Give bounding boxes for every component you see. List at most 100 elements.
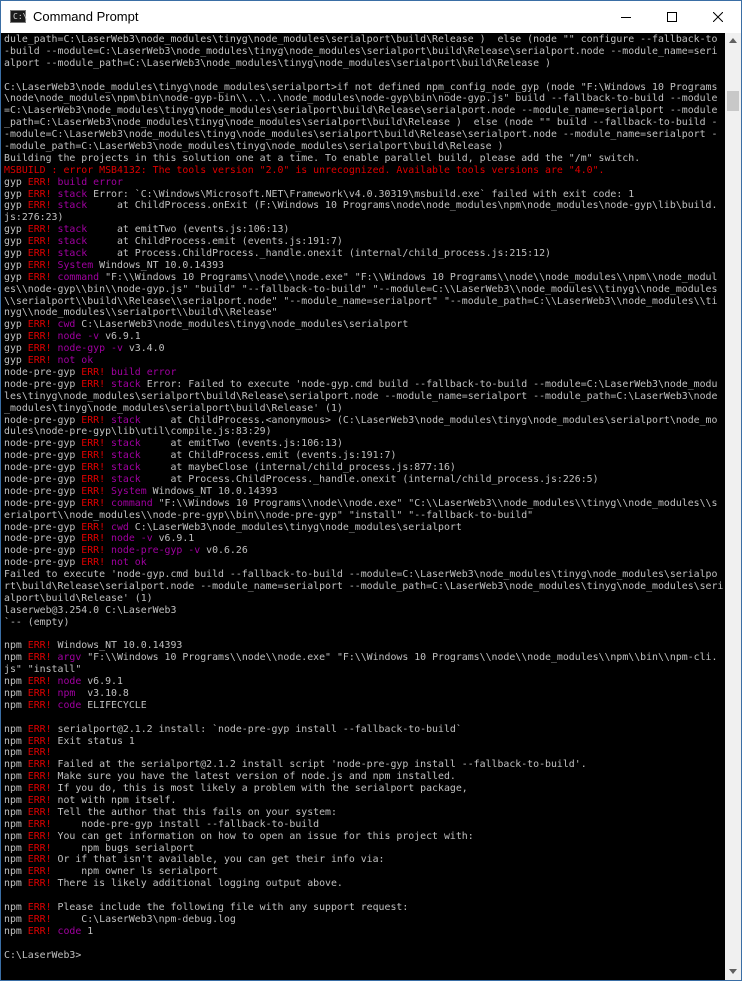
console-text: ERR! bbox=[27, 759, 52, 771]
console-text: MSBUILD : error MSB4132: The tools versi… bbox=[4, 164, 605, 176]
console-output[interactable]: dule_path=C:\LaserWeb3\node_modules\tiny… bbox=[1, 33, 725, 980]
console-text: laserweb@3.254.0 C:\LaserWeb3 bbox=[4, 604, 177, 616]
console-text: not ok bbox=[51, 355, 94, 367]
console-text: at Process.ChildProcess._handle.onexit (… bbox=[87, 248, 551, 260]
console-line: _modules\tinyg\node_modules\serialport\b… bbox=[4, 403, 723, 415]
console-text: C:\LaserWeb3> bbox=[4, 949, 82, 961]
console-line: npm ERR! code ELIFECYCLE bbox=[4, 700, 723, 712]
vertical-scrollbar[interactable] bbox=[725, 33, 741, 980]
console-text: `-- (empty) bbox=[4, 616, 70, 628]
console-text: stack bbox=[105, 414, 141, 426]
console-text: npm bbox=[4, 747, 28, 759]
console-text: -module=C:\LaserWeb3\node_modules\tinyg\… bbox=[4, 129, 718, 141]
console-text: C:\LaserWeb3\node_modules\tinyg\node_mod… bbox=[75, 319, 409, 331]
console-line: node-pre-gyp ERR! node-pre-gyp -v v0.6.2… bbox=[4, 545, 723, 557]
console-line: Building the projects in this solution o… bbox=[4, 153, 723, 165]
console-text: C:\LaserWeb3\node_modules\tinyg\node_mod… bbox=[128, 521, 462, 533]
console-text: node-pre-gyp bbox=[4, 366, 82, 378]
console-text: v0.6.26 bbox=[200, 545, 248, 557]
console-text: Error: `C:\Windows\Microsoft.NET\Framewo… bbox=[87, 188, 635, 200]
console-line: `-- (empty) bbox=[4, 617, 723, 629]
console-line: npm ERR! You can get information on how … bbox=[4, 831, 723, 843]
console-line: -module_path=C:\LaserWeb3\node_modules\t… bbox=[4, 141, 723, 153]
console-text: "F:\\Windows 10 Programs\\node\\node.exe… bbox=[81, 652, 718, 664]
console-text: les\tinyg\node_modules\serialport\build\… bbox=[4, 390, 718, 402]
minimize-button[interactable] bbox=[603, 1, 649, 33]
console-text: stack bbox=[51, 188, 88, 200]
console-text: ERR! bbox=[27, 176, 52, 188]
close-button[interactable] bbox=[695, 1, 741, 33]
console-text: es\\node-gyp\\bin\\node-gyp.js" "build" … bbox=[4, 283, 718, 295]
console-text: ERR! bbox=[27, 902, 52, 914]
console-text: npm bbox=[4, 878, 28, 890]
scroll-down-button[interactable] bbox=[725, 964, 741, 980]
console-text: ERR! bbox=[27, 925, 52, 937]
console-text: at ChildProcess.emit (events.js:191:7) bbox=[140, 450, 397, 462]
console-text: ERR! bbox=[27, 188, 52, 200]
console-line: npm ERR! argv "F:\\Windows 10 Programs\\… bbox=[4, 652, 723, 664]
console-text: node -v bbox=[51, 331, 100, 343]
console-text: npm bbox=[4, 759, 28, 771]
console-text: npm owner ls serialport bbox=[51, 866, 219, 878]
console-line: Failed to execute 'node-gyp.cmd build --… bbox=[4, 569, 723, 581]
console-text: _path=C:\LaserWeb3\node_modules\tinyg\no… bbox=[4, 117, 718, 129]
console-line: gyp ERR! command "F:\\Windows 10 Program… bbox=[4, 272, 723, 284]
console-text: npm bbox=[51, 687, 82, 699]
console-text: gyp bbox=[4, 259, 28, 271]
console-text: npm bbox=[4, 818, 28, 830]
console-line: npm ERR! npm v3.10.8 bbox=[4, 688, 723, 700]
console-text: ERR! bbox=[81, 366, 106, 378]
console-text: nyg\\node_modules\\serialport\\build\\Re… bbox=[4, 307, 278, 319]
console-text: gyp bbox=[4, 236, 28, 248]
console-text: npm bbox=[4, 735, 28, 747]
console-text: ERR! bbox=[27, 652, 52, 664]
console-text: _modules\tinyg\node_modules\serialport\b… bbox=[4, 402, 343, 414]
command-prompt-icon[interactable]: C:\ bbox=[10, 10, 27, 23]
console-line: npm ERR! bbox=[4, 747, 723, 759]
console-text: Error: Failed to execute 'node-gyp.cmd b… bbox=[140, 378, 718, 390]
console-text: npm bbox=[4, 699, 28, 711]
console-text: serialport@2.1.2 install: `node-pre-gyp … bbox=[51, 723, 462, 735]
scrollbar-thumb[interactable] bbox=[727, 91, 739, 111]
console-text: at ChildProcess.emit (events.js:191:7) bbox=[87, 236, 343, 248]
console-text: ERR! bbox=[27, 878, 52, 890]
console-text: There is likely additional logging outpu… bbox=[51, 878, 343, 890]
console-text: C:\LaserWeb3\npm-debug.log bbox=[51, 913, 236, 925]
console-text: v6.9.1 bbox=[152, 533, 195, 545]
console-text: ELIFECYCLE bbox=[81, 699, 147, 711]
minimize-icon bbox=[621, 17, 631, 18]
scroll-up-button[interactable] bbox=[725, 33, 741, 49]
console-text: ERR! bbox=[27, 795, 52, 806]
console-text: node-pre-gyp bbox=[4, 521, 82, 533]
console-line: npm ERR! Windows_NT 10.0.14393 bbox=[4, 640, 723, 652]
console-text: build error bbox=[51, 176, 123, 188]
console-text: not ok bbox=[105, 557, 147, 569]
console-text: gyp bbox=[4, 224, 28, 236]
console-text: ERR! bbox=[27, 355, 52, 367]
console-lines: dule_path=C:\LaserWeb3\node_modules\tiny… bbox=[4, 34, 723, 961]
console-text: node-pre-gyp bbox=[4, 557, 82, 569]
command-prompt-window: C:\ Command Prompt dule_path=C:\LaserWeb… bbox=[0, 0, 742, 981]
console-text: at emitTwo (events.js:106:13) bbox=[87, 224, 290, 236]
console-text: node-pre-gyp bbox=[4, 438, 82, 450]
console-text: erialport\\node_modules\\node-pre-gyp\\b… bbox=[4, 509, 534, 521]
console-text: ERR! bbox=[27, 259, 52, 271]
console-line: node-pre-gyp ERR! not ok bbox=[4, 557, 723, 569]
console-line: \node\node_modules\npm\bin\node-gyp-bin\… bbox=[4, 93, 723, 105]
console-text: Please include the following file with a… bbox=[51, 902, 409, 914]
console-text: Or if that isn't available, you can get … bbox=[51, 854, 385, 866]
console-text: You can get information on how to open a… bbox=[51, 830, 474, 842]
console-text: Exit status 1 bbox=[51, 735, 135, 747]
console-text: ERR! bbox=[27, 735, 52, 747]
console-text: C:\LaserWeb3\node_modules\tinyg\node_mod… bbox=[4, 81, 718, 93]
console-text: npm bbox=[4, 723, 28, 735]
console-line: gyp ERR! System Windows_NT 10.0.14393 bbox=[4, 260, 723, 272]
console-text: -build --module=C:\LaserWeb3\node_module… bbox=[4, 45, 718, 57]
console-text: alport --module_path=C:\LaserWeb3\node_m… bbox=[4, 57, 551, 69]
console-line: gyp ERR! not ok bbox=[4, 355, 723, 367]
title-bar[interactable]: C:\ Command Prompt bbox=[1, 1, 741, 33]
maximize-button[interactable] bbox=[649, 1, 695, 33]
console-line: npm ERR! node v6.9.1 bbox=[4, 676, 723, 688]
